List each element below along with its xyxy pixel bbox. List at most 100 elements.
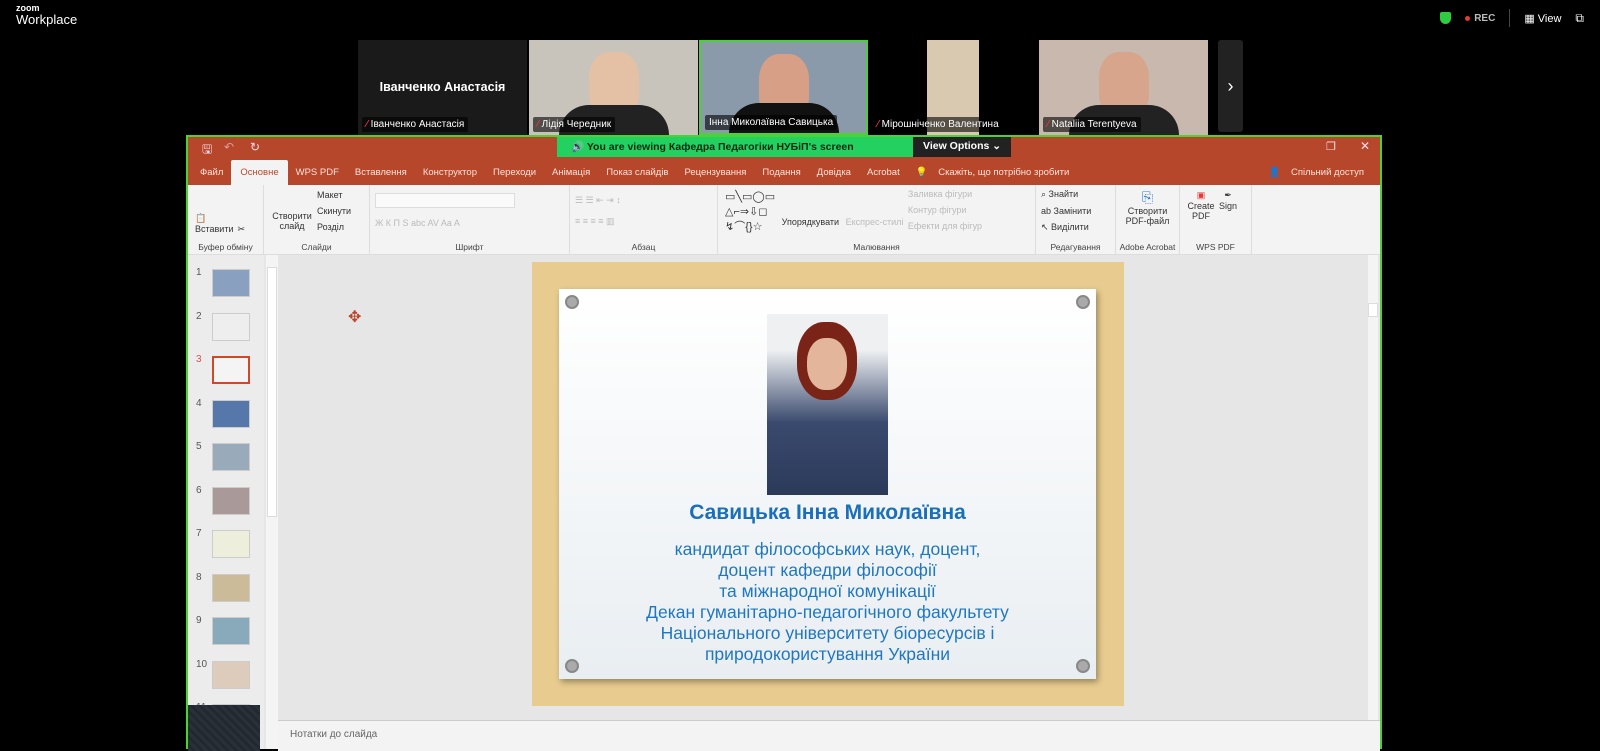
mic-muted-icon: ⁄ (1047, 119, 1049, 130)
tab-home[interactable]: Основне (231, 160, 288, 185)
arrange-button[interactable]: Упорядкувати (782, 217, 839, 227)
mic-muted-icon: ⁄ (366, 119, 368, 130)
slide-number: 1 (196, 267, 202, 278)
participant-name: Лідія Чередник (541, 119, 612, 130)
shape-outline-button[interactable]: Контур фігури (908, 205, 982, 215)
tab-file[interactable]: Файл (192, 167, 231, 185)
find-button[interactable]: ⌕ Знайти (1041, 189, 1110, 200)
notes-pane[interactable]: Нотатки до слайда (278, 720, 1380, 751)
slide-number: 5 (196, 441, 202, 452)
slide-thumbnail[interactable] (212, 486, 250, 515)
select-button[interactable]: ↖ Виділити (1041, 222, 1110, 233)
zoom-share-banner: 🔊 You are viewing Кафедра Педагогіки НУБ… (557, 137, 1012, 157)
slide-thumbnail[interactable] (212, 660, 250, 689)
slide-thumbnail[interactable] (212, 573, 250, 602)
tab-slideshow[interactable]: Показ слайдів (598, 167, 676, 185)
list-buttons[interactable]: ☰ ☰ ⇤ ⇥ ↕ (575, 195, 712, 206)
paste-button[interactable]: 📋 Вставити (195, 213, 234, 234)
tab-wps-pdf[interactable]: WPS PDF (288, 167, 347, 185)
zoom-logo: zoom Workplace (16, 4, 78, 27)
slide-thumbnail[interactable] (212, 356, 250, 384)
recording-indicator[interactable]: REC (1465, 13, 1495, 24)
shared-screen: 🖫 ↶ ↻ ❐ ✕ 🔊 You are viewing Кафедра Педа… (186, 135, 1382, 751)
notes-placeholder: Нотатки до слайда (290, 729, 378, 740)
viewing-banner: 🔊 You are viewing Кафедра Педагогіки НУБ… (557, 137, 913, 157)
video-tile[interactable]: ⁄ Nataliia Terentyeva (1039, 40, 1208, 135)
group-label: WPS PDF (1196, 242, 1235, 252)
slide-thumbnail[interactable] (212, 530, 250, 558)
logo-line2: Workplace (16, 12, 78, 27)
group-slides: Створити слайд Макет Скинути Розділ Слай… (264, 185, 370, 254)
slide-thumbnail[interactable] (212, 617, 250, 645)
wps-create-pdf-button[interactable]: ▣ Create PDF (1187, 190, 1215, 221)
group-label: Шрифт (455, 242, 484, 252)
restore-icon[interactable]: ❐ (1326, 140, 1336, 153)
slide-card: Савицька Інна Миколаївна кандидат філосо… (559, 289, 1096, 679)
replace-button[interactable]: ab Замінити (1041, 206, 1110, 216)
tab-transitions[interactable]: Переходи (485, 167, 544, 185)
slide-thumbnail[interactable] (212, 269, 250, 297)
video-tile-active-speaker[interactable]: Інна Миколаївна Савицька (699, 40, 868, 135)
slide-thumbnail[interactable] (212, 443, 250, 471)
video-tile[interactable]: ⁄ Мірошніченко Валентина (869, 40, 1038, 135)
tab-review[interactable]: Рецензування (676, 167, 754, 185)
next-page-button[interactable]: › (1218, 40, 1243, 132)
thumbnails-scrollbar[interactable] (266, 255, 278, 749)
group-paragraph: ☰ ☰ ⇤ ⇥ ↕ ≡ ≡ ≡ ≡ ▥ Абзац (570, 185, 718, 254)
shape-effects-button[interactable]: Ефекти для фігур (908, 221, 982, 231)
undo-icon[interactable]: ↶ (224, 140, 234, 154)
create-pdf-button[interactable]: Створити PDF-файл (1121, 206, 1174, 226)
reset-button[interactable]: Скинути (317, 206, 351, 216)
view-options-button[interactable]: View Options ⌄ (913, 137, 1012, 157)
redo-icon[interactable]: ↻ (250, 140, 260, 154)
tab-help[interactable]: Довідка (809, 167, 859, 185)
find-label: Знайти (1048, 189, 1079, 199)
view-button[interactable]: ▦ View (1524, 12, 1561, 25)
tab-insert[interactable]: Вставлення (347, 167, 415, 185)
close-icon[interactable]: ✕ (1360, 139, 1370, 153)
tab-animations[interactable]: Анімація (544, 167, 598, 185)
rec-label: REC (1474, 12, 1496, 24)
video-tile[interactable]: ⁄ Лідія Чередник (529, 40, 698, 135)
slide-line: Національного університету біоресурсів і (660, 623, 995, 643)
tab-view[interactable]: Подання (754, 167, 808, 185)
cursor-icon: ✥ (348, 309, 362, 326)
participant-name-large: Іванченко Анастасія (379, 80, 506, 94)
section-button[interactable]: Розділ (317, 222, 351, 232)
sign-button[interactable]: ✒ Sign (1219, 190, 1237, 211)
tab-design[interactable]: Конструктор (415, 167, 485, 185)
pdf-icon: ⎘ (1141, 189, 1154, 205)
scrollbar-thumb[interactable] (1368, 303, 1378, 317)
layout-button[interactable]: Макет (317, 190, 351, 200)
align-buttons[interactable]: ≡ ≡ ≡ ≡ ▥ (575, 216, 712, 227)
scrollbar-thumb[interactable] (267, 267, 277, 517)
minimize-window-icon[interactable]: ⧉ (1575, 11, 1584, 26)
participant-name: Іванченко Анастасія (370, 119, 465, 130)
shape-fill-button[interactable]: Заливка фігури (908, 189, 982, 199)
paste-label: Вставити (195, 224, 234, 234)
top-controls: REC ▦ View ⧉ (1440, 0, 1600, 36)
group-label: Слайди (301, 242, 332, 252)
slide-line: кандидат філософських наук, доцент, (674, 539, 981, 559)
quick-styles-button[interactable]: Експрес-стилі (846, 217, 904, 227)
save-icon[interactable]: 🖫 (202, 140, 212, 161)
tell-me-text: Скажіть, що потрібно зробити (938, 167, 1070, 178)
font-name-select[interactable] (375, 193, 515, 208)
group-wps-pdf: ▣ Create PDF✒ Sign WPS PDF (1180, 185, 1252, 254)
font-format-buttons[interactable]: Ж К П S abc AV Aa A (375, 218, 564, 228)
slide[interactable]: Савицька Інна Миколаївна кандидат філосо… (532, 262, 1124, 706)
shapes-gallery[interactable]: ▭╲▭◯▭ △⌐⇒⇩◻ ↯⌒{}☆ (725, 190, 775, 235)
participant-name: Інна Миколаївна Савицька (709, 117, 834, 128)
view-options-label: View Options (923, 140, 990, 152)
share-button[interactable]: 👤 Спільний доступ (1260, 167, 1380, 185)
tell-me-search[interactable]: 💡 Скажіть, що потрібно зробити (908, 167, 1086, 185)
slide-thumbnail[interactable] (212, 399, 250, 428)
slide-thumbnail[interactable] (212, 312, 250, 341)
video-tile[interactable]: Іванченко Анастасія ⁄ Іванченко Анастасія (358, 40, 527, 135)
cut-icon[interactable]: ✂ (238, 224, 246, 235)
tab-acrobat[interactable]: Acrobat (859, 167, 908, 185)
shield-icon[interactable] (1440, 12, 1452, 24)
slide-scrollbar[interactable] (1368, 255, 1378, 720)
new-slide-button[interactable]: Створити слайд (271, 211, 313, 231)
pin-icon (1076, 295, 1090, 309)
